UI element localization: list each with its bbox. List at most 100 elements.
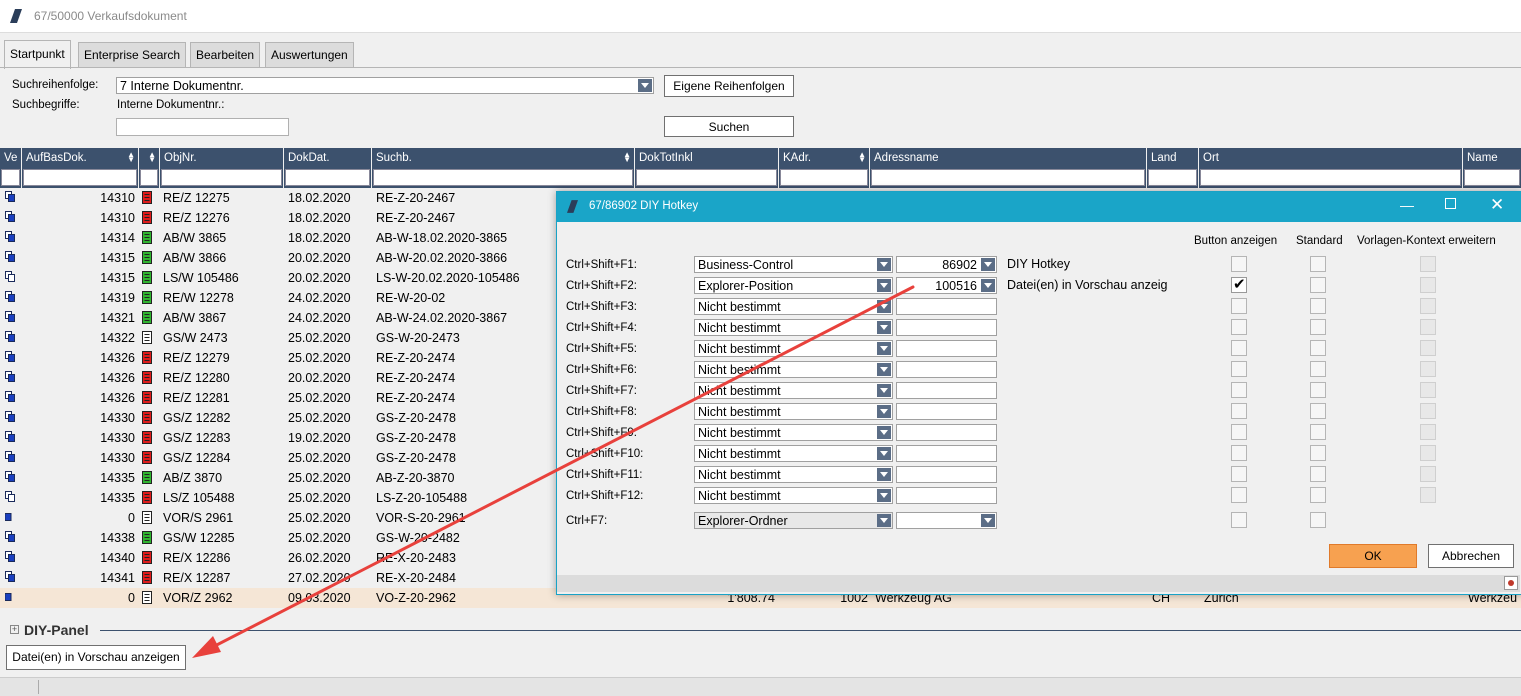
filter-input[interactable]	[285, 169, 370, 186]
chevron-down-icon[interactable]	[877, 384, 891, 397]
tab-startpunkt[interactable]: Startpunkt	[4, 40, 71, 69]
filter-input[interactable]	[373, 169, 633, 186]
ok-button[interactable]: OK	[1329, 544, 1417, 568]
hotkey-value-input[interactable]	[896, 319, 997, 336]
filter-input[interactable]	[140, 169, 158, 186]
hotkey-value-input[interactable]	[896, 382, 997, 399]
extend-context-checkbox[interactable]	[1420, 277, 1436, 293]
show-button-checkbox[interactable]	[1231, 512, 1247, 528]
chevron-down-icon[interactable]	[981, 279, 995, 292]
maximize-icon[interactable]	[1445, 198, 1456, 209]
close-icon[interactable]: ✕	[1490, 195, 1504, 215]
standard-checkbox[interactable]	[1310, 382, 1326, 398]
extend-context-checkbox[interactable]	[1420, 403, 1436, 419]
chevron-down-icon[interactable]	[877, 342, 891, 355]
standard-checkbox[interactable]	[1310, 403, 1326, 419]
show-button-checkbox[interactable]	[1231, 298, 1247, 314]
col-land[interactable]: Land	[1147, 148, 1199, 188]
bug-icon[interactable]	[1504, 576, 1518, 590]
show-button-checkbox[interactable]	[1231, 382, 1247, 398]
hotkey-value-input[interactable]	[896, 298, 997, 315]
hotkey-action-select[interactable]: Nicht bestimmt	[694, 424, 893, 441]
tab-auswertungen[interactable]: Auswertungen	[265, 42, 354, 67]
hotkey-action-select[interactable]: Nicht bestimmt	[694, 340, 893, 357]
tab-bearbeiten[interactable]: Bearbeiten	[190, 42, 261, 67]
hotkey-value-input[interactable]	[896, 487, 997, 504]
hotkey-value-input[interactable]	[896, 340, 997, 357]
col-objnr[interactable]: ObjNr.	[160, 148, 284, 188]
filter-input[interactable]	[636, 169, 777, 186]
extend-context-checkbox[interactable]	[1420, 361, 1436, 377]
col-status[interactable]: ▲ ▼	[139, 148, 160, 188]
chevron-down-icon[interactable]	[638, 79, 652, 92]
hotkey-value-input[interactable]	[896, 361, 997, 378]
filter-input[interactable]	[1148, 169, 1197, 186]
show-button-checkbox[interactable]	[1231, 361, 1247, 377]
chevron-down-icon[interactable]	[877, 279, 891, 292]
standard-checkbox[interactable]	[1310, 512, 1326, 528]
hotkey-value-input[interactable]	[896, 403, 997, 420]
standard-checkbox[interactable]	[1310, 340, 1326, 356]
col-kadr[interactable]: KAdr. ▲ ▼	[779, 148, 870, 188]
minimize-icon[interactable]: —	[1400, 197, 1414, 213]
hotkey-action-select[interactable]: Nicht bestimmt	[694, 403, 893, 420]
show-button-checkbox[interactable]	[1231, 424, 1247, 440]
hotkey-action-select[interactable]: Nicht bestimmt	[694, 298, 893, 315]
chevron-down-icon[interactable]	[877, 489, 891, 502]
hotkey-value-input[interactable]	[896, 466, 997, 483]
col-ort[interactable]: Ort	[1199, 148, 1463, 188]
tab-enterprise-search[interactable]: Enterprise Search	[78, 42, 187, 67]
show-button-checkbox[interactable]: ✔	[1231, 276, 1247, 293]
col-dokdat[interactable]: DokDat.	[284, 148, 372, 188]
show-button-checkbox[interactable]	[1231, 256, 1247, 272]
hotkey-action-select[interactable]: Nicht bestimmt	[694, 487, 893, 504]
standard-checkbox[interactable]	[1310, 256, 1326, 272]
standard-checkbox[interactable]	[1310, 319, 1326, 335]
extend-context-checkbox[interactable]	[1420, 424, 1436, 440]
filter-input[interactable]	[1200, 169, 1461, 186]
hotkey-action-select[interactable]: Nicht bestimmt	[694, 445, 893, 462]
col-name[interactable]: Name	[1463, 148, 1521, 188]
chevron-down-icon[interactable]	[981, 258, 995, 271]
internal-docnr-input[interactable]	[116, 118, 289, 136]
hotkey-value-select[interactable]	[896, 512, 997, 529]
standard-checkbox[interactable]	[1310, 424, 1326, 440]
extend-context-checkbox[interactable]	[1420, 382, 1436, 398]
chevron-down-icon[interactable]	[877, 321, 891, 334]
show-button-checkbox[interactable]	[1231, 466, 1247, 482]
chevron-down-icon[interactable]	[877, 258, 891, 271]
show-button-checkbox[interactable]	[1231, 445, 1247, 461]
chevron-down-icon[interactable]	[981, 514, 995, 527]
filter-input[interactable]	[780, 169, 868, 186]
show-button-checkbox[interactable]	[1231, 403, 1247, 419]
chevron-down-icon[interactable]	[877, 447, 891, 460]
hotkey-value-input[interactable]: 100516	[896, 277, 997, 294]
chevron-down-icon[interactable]	[877, 405, 891, 418]
filter-input[interactable]	[161, 169, 282, 186]
show-button-checkbox[interactable]	[1231, 340, 1247, 356]
standard-checkbox[interactable]	[1310, 361, 1326, 377]
cancel-button[interactable]: Abbrechen	[1428, 544, 1514, 568]
col-aufbasdok[interactable]: AufBasDok. ▲ ▼	[22, 148, 139, 188]
chevron-down-icon[interactable]	[877, 514, 891, 527]
standard-checkbox[interactable]	[1310, 298, 1326, 314]
col-adressname[interactable]: Adressname	[870, 148, 1147, 188]
hotkey-value-input[interactable]	[896, 424, 997, 441]
hotkey-action-select[interactable]: Explorer-Position	[694, 277, 893, 294]
chevron-down-icon[interactable]	[877, 468, 891, 481]
chevron-down-icon[interactable]	[877, 300, 891, 313]
hotkey-value-input[interactable]: 86902	[896, 256, 997, 273]
col-suchb[interactable]: Suchb. ▲ ▼	[372, 148, 635, 188]
standard-checkbox[interactable]	[1310, 277, 1326, 293]
extend-context-checkbox[interactable]	[1420, 319, 1436, 335]
standard-checkbox[interactable]	[1310, 445, 1326, 461]
extend-context-checkbox[interactable]	[1420, 466, 1436, 482]
search-button[interactable]: Suchen	[664, 116, 794, 137]
chevron-down-icon[interactable]	[877, 363, 891, 376]
filter-input[interactable]	[871, 169, 1145, 186]
filter-input[interactable]	[1, 169, 20, 186]
col-doktotinkl[interactable]: DokTotInkl	[635, 148, 779, 188]
hotkey-action-select[interactable]: Nicht bestimmt	[694, 361, 893, 378]
filter-input[interactable]	[23, 169, 137, 186]
col-ve[interactable]: Ve	[0, 148, 22, 188]
